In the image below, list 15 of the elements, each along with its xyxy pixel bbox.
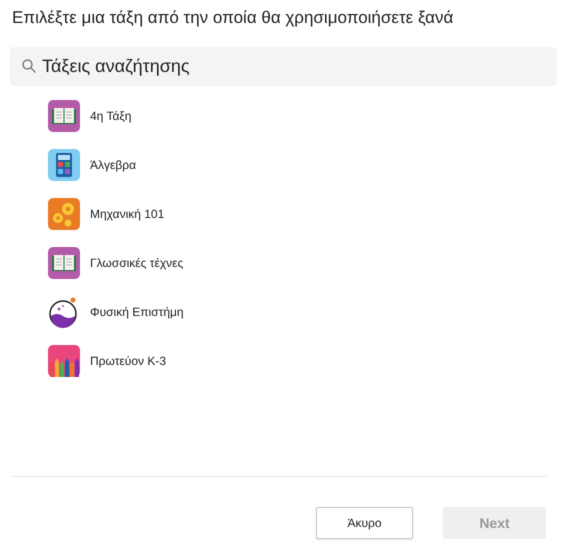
book-icon: [48, 100, 80, 132]
class-name[interactable]: Φυσική Επιστήμη: [90, 305, 184, 319]
gears-icon: [48, 198, 80, 230]
pencils-icon: [48, 345, 80, 377]
class-name[interactable]: Πρωτεύον K-3: [90, 354, 166, 368]
class-name[interactable]: 4η Τάξη: [90, 109, 132, 123]
book-icon: [48, 247, 80, 279]
cancel-button[interactable]: Άκυρο: [316, 507, 413, 539]
dialog-title: Επιλέξτε μια τάξη από την οποία θα χρησιμοποιήσετε ξανά: [12, 8, 454, 29]
calculator-icon: [48, 149, 80, 181]
search-field[interactable]: Τάξεις αναζήτησης: [10, 47, 557, 86]
class-name[interactable]: Μηχανική 101: [90, 207, 164, 221]
class-name[interactable]: Γλωσσικές τέχνες: [90, 256, 184, 270]
class-name[interactable]: Άλγεβρα: [90, 158, 136, 172]
search-icon: [22, 59, 36, 73]
